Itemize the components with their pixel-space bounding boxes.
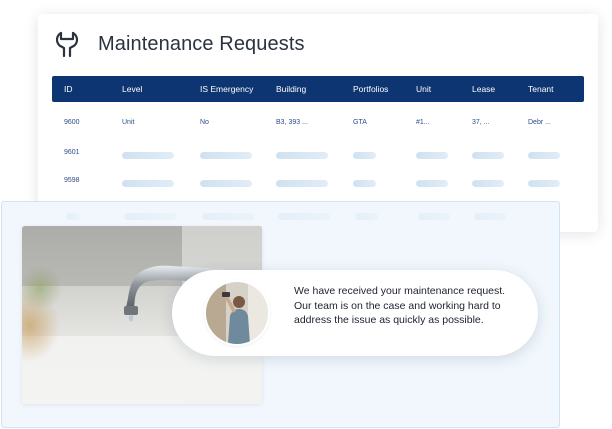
loading-placeholder bbox=[528, 152, 560, 159]
column-header-building[interactable]: Building bbox=[276, 84, 306, 94]
loading-placeholder bbox=[416, 152, 448, 159]
loading-placeholder bbox=[200, 180, 252, 187]
cell-id: 9598 bbox=[64, 177, 80, 184]
avatar bbox=[206, 282, 268, 344]
loading-placeholder bbox=[202, 213, 254, 220]
loading-placeholder bbox=[122, 180, 174, 187]
loading-placeholder bbox=[278, 213, 330, 220]
table-row[interactable]: 9598 bbox=[52, 172, 584, 192]
loading-placeholder bbox=[124, 213, 176, 220]
loading-placeholder bbox=[122, 152, 174, 159]
card-header: Maintenance Requests bbox=[52, 24, 305, 64]
table-header: ID Level IS Emergency Building Portfolio… bbox=[52, 76, 584, 102]
column-header-level[interactable]: Level bbox=[122, 84, 142, 94]
column-header-tenant[interactable]: Tenant bbox=[528, 84, 554, 94]
loading-placeholder bbox=[66, 213, 80, 220]
table-row bbox=[54, 205, 586, 225]
loading-placeholder bbox=[353, 152, 376, 159]
loading-placeholder bbox=[353, 180, 376, 187]
table-row[interactable]: 9601 bbox=[52, 144, 584, 164]
cell-lease: 37, ... bbox=[472, 119, 490, 126]
column-header-unit[interactable]: Unit bbox=[416, 84, 431, 94]
loading-placeholder bbox=[472, 152, 504, 159]
cell-level: Unit bbox=[122, 119, 135, 126]
loading-placeholder bbox=[416, 180, 448, 187]
maintenance-requests-card: Maintenance Requests ID Level IS Emergen… bbox=[38, 14, 598, 232]
table-row[interactable]: 9600 Unit No B3, 393 ... GTA #1... 37, .… bbox=[52, 114, 584, 134]
loading-placeholder bbox=[200, 152, 252, 159]
loading-placeholder bbox=[418, 213, 450, 220]
column-header-lease[interactable]: Lease bbox=[472, 84, 495, 94]
loading-placeholder bbox=[276, 152, 328, 159]
loading-placeholder bbox=[472, 180, 504, 187]
loading-placeholder bbox=[355, 213, 378, 220]
confirmation-message: We have received your maintenance reques… bbox=[294, 285, 506, 326]
message-bubble: We have received your maintenance reques… bbox=[172, 270, 538, 356]
cell-building: B3, 393 ... bbox=[276, 119, 308, 126]
loading-placeholder bbox=[528, 180, 560, 187]
cell-id: 9600 bbox=[64, 119, 80, 126]
cell-tenant: Debr ... bbox=[528, 119, 551, 126]
column-header-emergency[interactable]: IS Emergency bbox=[200, 84, 253, 94]
cell-unit: #1... bbox=[416, 119, 430, 126]
loading-placeholder bbox=[474, 213, 506, 220]
cell-portfolio: GTA bbox=[353, 119, 367, 126]
cell-emergency: No bbox=[200, 119, 209, 126]
column-header-id[interactable]: ID bbox=[64, 84, 73, 94]
loading-placeholder bbox=[276, 180, 328, 187]
page-title: Maintenance Requests bbox=[98, 32, 305, 55]
column-header-portfolios[interactable]: Portfolios bbox=[353, 84, 388, 94]
wrench-icon bbox=[52, 29, 82, 59]
cell-id: 9601 bbox=[64, 149, 80, 156]
